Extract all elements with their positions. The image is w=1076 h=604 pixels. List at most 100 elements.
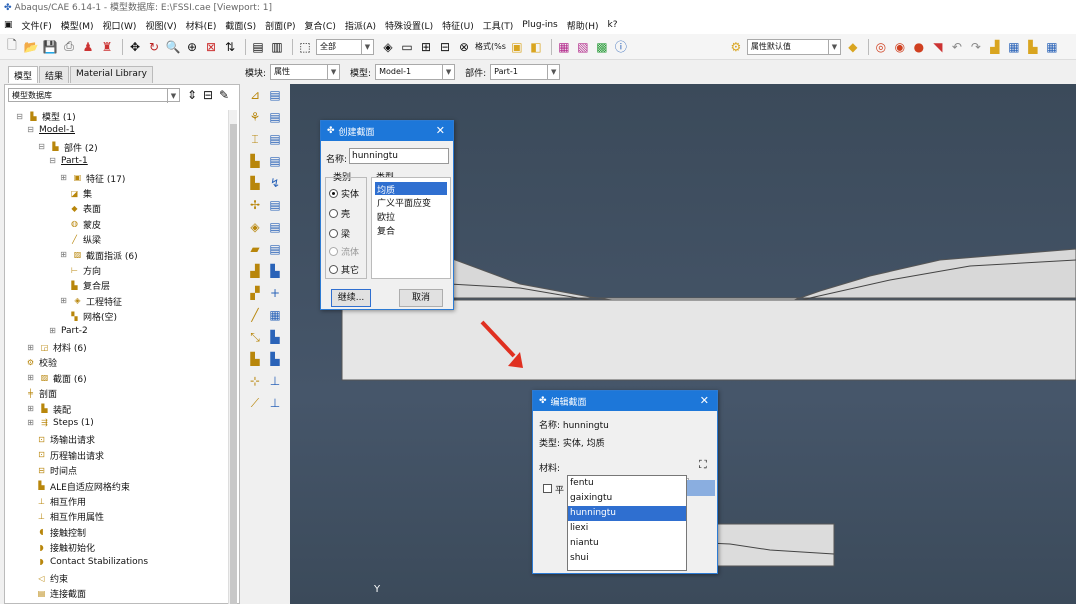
partition-sketch-icon[interactable]: ▙ bbox=[266, 350, 284, 368]
model-combo[interactable]: Model-1 ▼ bbox=[375, 64, 456, 80]
assign-section-icon[interactable]: ▙ bbox=[246, 174, 264, 192]
tree-item[interactable]: ⚙ 校验 bbox=[25, 356, 57, 370]
redo-view-icon[interactable]: ↷ bbox=[968, 39, 984, 55]
tree-item[interactable]: ◗ Contact Stabilizations bbox=[36, 557, 148, 567]
layout-icon[interactable]: ▙ bbox=[1025, 39, 1041, 55]
viewport[interactable]: Y ✤ 创建截面 ✕ 名称: hunningtu 类别 类型 均质 广义平面应变… bbox=[290, 84, 1076, 604]
menu-item[interactable]: 特征(U) bbox=[442, 19, 474, 32]
open-file-icon[interactable]: 📂 bbox=[23, 39, 39, 55]
sphere-pair-icon[interactable]: ◉ bbox=[892, 39, 908, 55]
dashpot-icon[interactable]: ▙ bbox=[266, 262, 284, 280]
replace-icon[interactable]: ⊟ bbox=[437, 39, 453, 55]
app-menu-icon[interactable]: ▣ bbox=[4, 20, 13, 30]
expand-node-icon[interactable]: ⊞ bbox=[25, 404, 36, 414]
zoom-icon[interactable]: 🔍 bbox=[165, 39, 181, 55]
section-create-icon[interactable]: ⌶ bbox=[246, 130, 264, 148]
assign-orient-icon[interactable]: ↯ bbox=[266, 174, 284, 192]
remove-icon[interactable]: ⊗ bbox=[456, 39, 472, 55]
category-solid-radio[interactable]: 实体 bbox=[329, 187, 359, 200]
tree-item[interactable]: ╱ 纵梁 bbox=[69, 233, 101, 247]
wireframe-icon[interactable]: ▦ bbox=[556, 39, 572, 55]
expand-node-icon[interactable]: ⊞ bbox=[58, 250, 69, 260]
menu-item[interactable]: k? bbox=[608, 20, 618, 30]
composite-layup-icon[interactable]: ▞ bbox=[246, 284, 264, 302]
pan-icon[interactable]: ✥ bbox=[127, 39, 143, 55]
section-manager-icon[interactable]: ⊿ bbox=[246, 86, 264, 104]
assembly-display-icon[interactable]: ♜ bbox=[99, 39, 115, 55]
expand-node-icon[interactable]: ⊞ bbox=[47, 326, 58, 336]
grid-icon[interactable]: ▟ bbox=[987, 39, 1003, 55]
tree-item[interactable]: ◍ 蒙皮 bbox=[69, 218, 101, 231]
table-icon[interactable]: ▦ bbox=[1006, 39, 1022, 55]
auto-fit-icon[interactable]: ⊠ bbox=[203, 39, 219, 55]
datum-csys2-icon[interactable]: ⊥ bbox=[266, 372, 284, 390]
tree-item[interactable]: ⊞ ▣ 特征 (17) bbox=[58, 172, 125, 185]
shaded-icon[interactable]: ▩ bbox=[594, 39, 610, 55]
highlight-icon[interactable]: ✎ bbox=[216, 87, 232, 103]
menu-item[interactable]: Plug-ins bbox=[522, 20, 558, 30]
tree-item[interactable]: ▚ 网格(空) bbox=[69, 310, 117, 324]
hide-icon[interactable]: ▭ bbox=[399, 39, 415, 55]
stringer-icon[interactable]: ◈ bbox=[246, 218, 264, 236]
category-shell-radio[interactable]: 壳 bbox=[329, 207, 350, 220]
select-arrow-icon[interactable]: ⬚ bbox=[297, 39, 313, 55]
menu-item[interactable]: 特殊设置(L) bbox=[385, 19, 433, 32]
menu-item[interactable]: 材料(E) bbox=[186, 19, 217, 32]
material-option[interactable]: niantu bbox=[568, 536, 686, 551]
tree-item[interactable]: ⊞ ▨ 截面指派 (6) bbox=[58, 249, 137, 262]
print-icon[interactable]: ⎙ bbox=[61, 39, 77, 55]
filter-icon[interactable]: ⇕ bbox=[184, 87, 200, 103]
menu-item[interactable]: 视口(W) bbox=[103, 19, 137, 32]
menu-item[interactable]: 文件(F) bbox=[22, 19, 52, 32]
cancel-button[interactable]: 取消 bbox=[399, 289, 443, 307]
arrow-tool-icon[interactable]: ◥ bbox=[930, 39, 946, 55]
menu-item[interactable]: 指派(A) bbox=[345, 19, 376, 32]
tree-item[interactable]: ⊥ 相互作用 bbox=[36, 495, 86, 509]
render-style-icon[interactable]: ▣ bbox=[509, 39, 525, 55]
partition-edge-icon[interactable]: ⤡ bbox=[246, 328, 264, 346]
display-group-label[interactable]: 格式(%s bbox=[475, 41, 506, 52]
expand-node-icon[interactable]: ⊞ bbox=[25, 418, 36, 428]
collapse-node-icon[interactable]: ⊟ bbox=[25, 125, 36, 135]
category-beam-radio[interactable]: 梁 bbox=[329, 227, 350, 240]
tree-item[interactable]: ⊟ Part-1 bbox=[47, 156, 88, 166]
tree-item[interactable]: ⊢ 方向 bbox=[69, 264, 101, 278]
type-item-composite[interactable]: 复合 bbox=[377, 224, 447, 237]
expand-node-icon[interactable]: ⊞ bbox=[58, 173, 69, 183]
grid-layout-icon[interactable]: ▦ bbox=[1044, 39, 1060, 55]
new-file-icon[interactable]: 🗋 bbox=[4, 38, 20, 55]
menu-item[interactable]: 复合(C) bbox=[305, 19, 336, 32]
info-icon[interactable]: ⓘ bbox=[613, 39, 629, 55]
render-scope-combo[interactable]: 全部 ▼ bbox=[316, 38, 374, 55]
menu-item[interactable]: 工具(T) bbox=[483, 19, 514, 32]
tree-item[interactable]: ⊟ ▙ 部件 (2) bbox=[36, 141, 97, 154]
sketch-icon[interactable]: ⟋ bbox=[246, 394, 264, 412]
tree-scrollbar[interactable] bbox=[228, 110, 237, 604]
profile-list-icon[interactable]: ▤ bbox=[266, 152, 284, 170]
collapse-node-icon[interactable]: ⊟ bbox=[47, 156, 58, 166]
close-icon[interactable]: ✕ bbox=[700, 394, 709, 407]
partition-face-icon[interactable]: ▙ bbox=[266, 328, 284, 346]
tree-item[interactable]: ⊞ ▨ 截面 (6) bbox=[25, 372, 86, 385]
skin-create-icon[interactable]: ✢ bbox=[246, 196, 264, 214]
tree-item[interactable]: ◁ 约束 bbox=[36, 572, 68, 586]
tab-model[interactable]: 模型 bbox=[8, 66, 39, 83]
material-manager-icon[interactable]: ⛶ bbox=[699, 458, 707, 472]
material-option[interactable]: gaixingtu bbox=[568, 491, 686, 506]
tree-item[interactable]: ⊡ 场输出请求 bbox=[36, 433, 95, 447]
close-icon[interactable]: ✕ bbox=[436, 124, 445, 137]
query-tool-icon[interactable]: ⊥ bbox=[266, 394, 284, 412]
menu-item[interactable]: 剖面(P) bbox=[265, 19, 295, 32]
type-item-euler[interactable]: 欧拉 bbox=[377, 210, 447, 223]
plane-stress-checkbox[interactable] bbox=[543, 484, 552, 493]
datum-csys-icon[interactable]: ⊹ bbox=[246, 372, 264, 390]
views-icon[interactable]: ⇅ bbox=[222, 39, 238, 55]
tree-item[interactable]: ▙ 复合层 bbox=[69, 279, 110, 293]
category-other-radio[interactable]: 其它 bbox=[329, 263, 359, 276]
menu-item[interactable]: 模型(M) bbox=[61, 19, 94, 32]
show-icon[interactable]: ⊞ bbox=[418, 39, 434, 55]
inertia-list-icon[interactable]: ▤ bbox=[266, 240, 284, 258]
collapse-node-icon[interactable]: ⊟ bbox=[36, 142, 47, 152]
continue-button[interactable]: 继续... bbox=[331, 289, 371, 307]
tree-item[interactable]: ◆ 表面 bbox=[69, 202, 101, 216]
